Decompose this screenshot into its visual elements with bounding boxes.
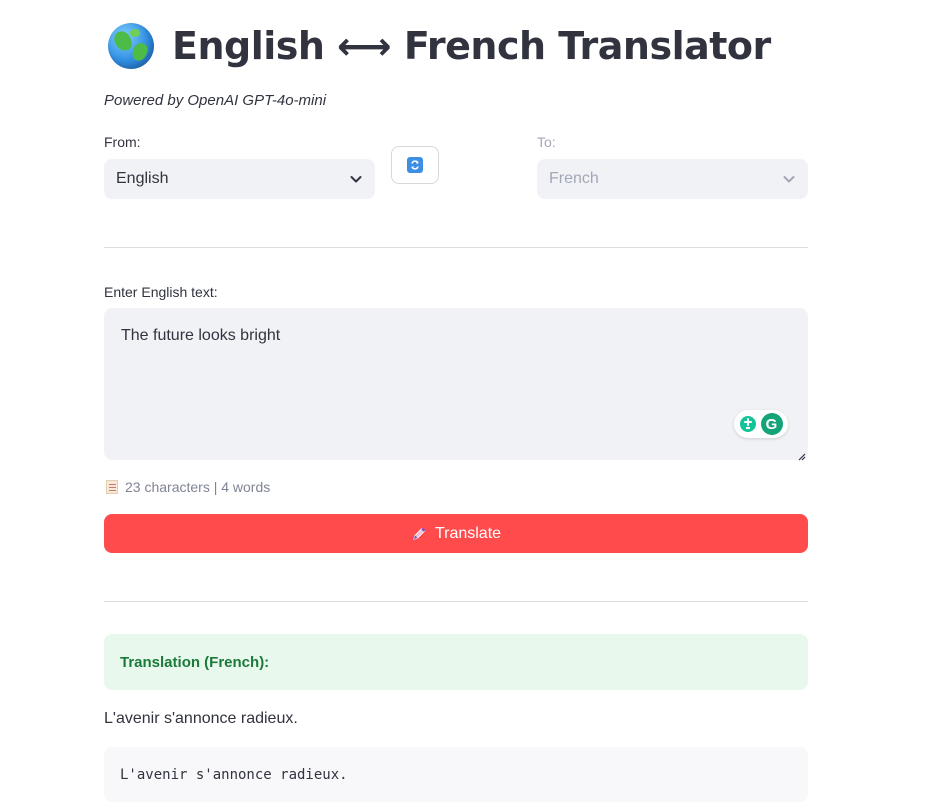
input-label: Enter English text: (104, 284, 218, 300)
grammarly-logo-icon[interactable]: G (760, 413, 783, 435)
translation-text: L'avenir s'annonce radieux. (104, 710, 298, 727)
translation-success-banner: Translation (French): (104, 634, 808, 690)
translate-button-label: Translate (434, 524, 502, 542)
from-language-select[interactable]: English (104, 159, 375, 199)
pen-icon (411, 526, 427, 542)
from-language-value: English (116, 170, 169, 187)
swap-languages-button[interactable] (391, 146, 439, 184)
to-language-select: French (537, 159, 808, 199)
grammarly-widget[interactable]: G (734, 410, 788, 438)
counter-text: 23 characters | 4 words (125, 479, 271, 495)
lightbulb-icon[interactable] (739, 416, 756, 432)
chevron-down-icon (782, 172, 796, 186)
page-title: English ⟷ French Translator (172, 24, 771, 68)
page-header: English ⟷ French Translator (108, 18, 771, 74)
divider (104, 601, 808, 602)
translation-code-text: L'avenir s'annonce radieux. (120, 766, 348, 783)
translator-page: English ⟷ French Translator Powered by O… (0, 0, 928, 810)
to-label: To: (537, 134, 556, 150)
divider (104, 247, 808, 248)
translation-code-block[interactable]: L'avenir s'annonce radieux. (104, 747, 808, 802)
from-label: From: (104, 134, 141, 150)
source-text-value: The future looks bright (121, 327, 281, 344)
page-subtitle: Powered by OpenAI GPT-4o-mini (104, 92, 327, 109)
translation-heading: Translation (French): (120, 653, 270, 671)
memo-icon (106, 480, 118, 494)
chevron-down-icon (349, 172, 363, 186)
character-counter: 23 characters | 4 words (106, 479, 270, 495)
resize-handle-icon[interactable] (796, 448, 806, 461)
swap-arrows-icon (407, 157, 423, 173)
to-language-value: French (549, 170, 599, 187)
globe-icon (108, 23, 154, 69)
translate-button[interactable]: Translate (104, 514, 808, 553)
source-text-input[interactable]: The future looks bright G (104, 308, 808, 461)
